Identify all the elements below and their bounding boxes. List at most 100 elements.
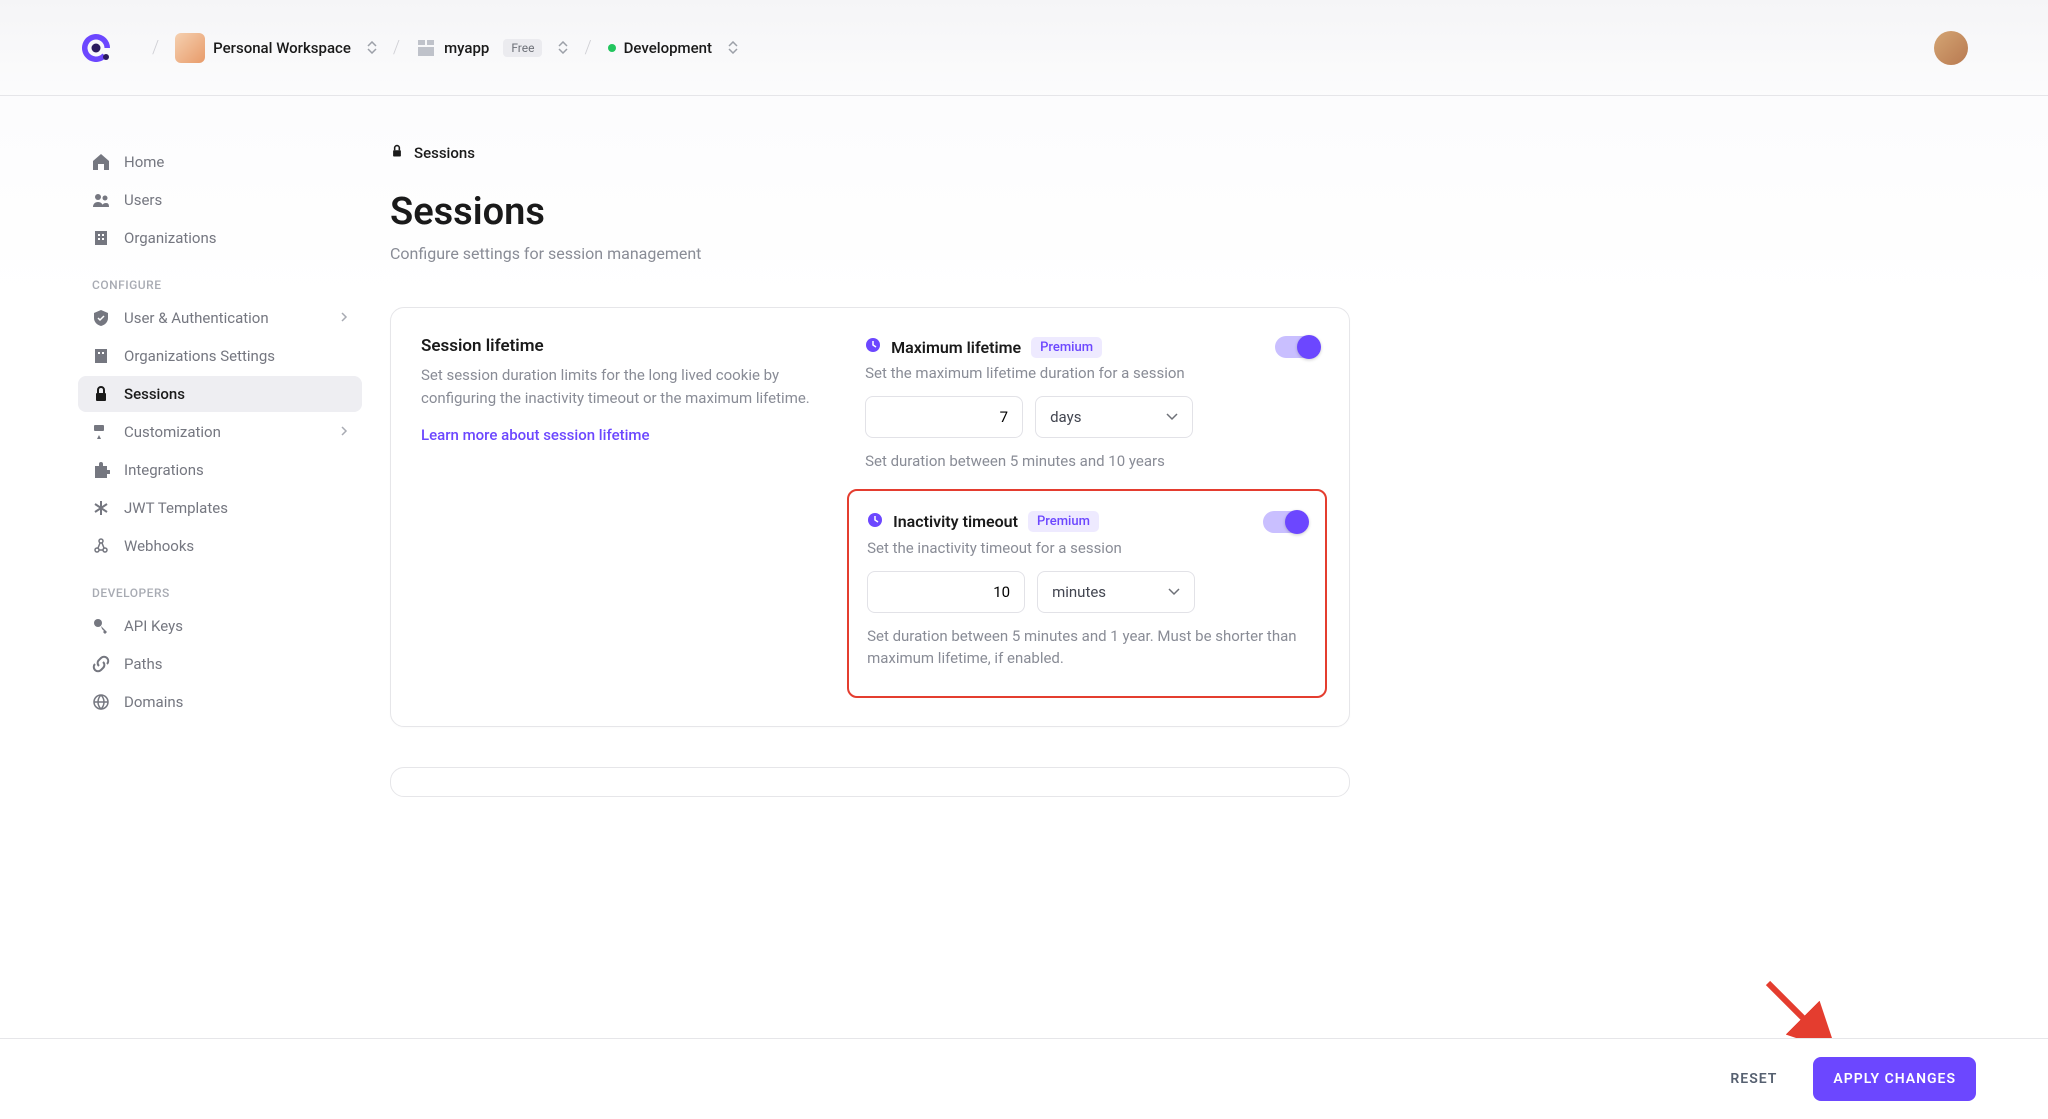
key-icon [92, 617, 110, 635]
next-card-peek [390, 767, 1350, 797]
user-avatar[interactable] [1934, 31, 1968, 65]
sidebar-item-users[interactable]: Users [78, 182, 362, 218]
brand-logo [80, 32, 112, 64]
workspace-name: Personal Workspace [213, 39, 351, 57]
globe-icon [92, 693, 110, 711]
inactivity-timeout-setting: Inactivity timeout Premium Set the inact… [867, 511, 1307, 670]
workspace-selector[interactable]: Personal Workspace [175, 33, 377, 63]
sidebar-item-domains[interactable]: Domains [78, 684, 362, 720]
clock-icon [865, 337, 881, 357]
nav-label: Webhooks [124, 537, 194, 555]
clock-icon [867, 512, 883, 532]
app-icon [416, 38, 436, 58]
breadcrumb-sep: / [393, 37, 400, 58]
premium-badge: Premium [1028, 511, 1099, 532]
env-status-dot [608, 44, 616, 52]
chevron-right-icon [340, 423, 348, 441]
chevron-right-icon [340, 309, 348, 327]
setting-title: Maximum lifetime [891, 338, 1021, 357]
paint-icon [92, 423, 110, 441]
reset-button[interactable]: RESET [1718, 1063, 1789, 1095]
card-description: Set session duration limits for the long… [421, 364, 825, 409]
premium-badge: Premium [1031, 337, 1102, 358]
sidebar-item-webhooks[interactable]: Webhooks [78, 528, 362, 564]
setting-hint: Set duration between 5 minutes and 1 yea… [867, 625, 1307, 670]
nav-label: Home [124, 153, 164, 171]
nav-label: API Keys [124, 617, 183, 635]
setting-title: Inactivity timeout [893, 512, 1018, 531]
app-name: myapp [444, 39, 489, 57]
sidebar-item-jwt[interactable]: JWT Templates [78, 490, 362, 526]
max-lifetime-unit-select[interactable]: days [1035, 396, 1193, 438]
sidebar-item-org-settings[interactable]: Organizations Settings [78, 338, 362, 374]
card-title: Session lifetime [421, 336, 825, 356]
setting-description: Set the inactivity timeout for a session [867, 539, 1307, 557]
env-selector[interactable]: Development [608, 39, 738, 57]
users-icon [92, 191, 110, 209]
sidebar-item-sessions[interactable]: Sessions [78, 376, 362, 412]
session-lifetime-card: Session lifetime Set session duration li… [390, 307, 1350, 727]
sidebar-item-integrations[interactable]: Integrations [78, 452, 362, 488]
sidebar-item-organizations[interactable]: Organizations [78, 220, 362, 256]
main-content: Sessions Sessions Configure settings for… [370, 96, 1390, 797]
app-plan-badge: Free [503, 39, 542, 57]
sidebar: Home Users Organizations CONFIGURE User … [70, 96, 370, 797]
nav-label: Integrations [124, 461, 204, 479]
select-value: days [1050, 408, 1081, 426]
puzzle-icon [92, 461, 110, 479]
breadcrumb-sep: / [584, 37, 591, 58]
breadcrumb-sep: / [152, 37, 159, 58]
lock-icon [92, 385, 110, 403]
nav-label: Users [124, 191, 162, 209]
page-breadcrumb: Sessions [390, 144, 1350, 162]
max-lifetime-toggle[interactable] [1275, 336, 1319, 358]
sidebar-item-user-auth[interactable]: User & Authentication [78, 300, 362, 336]
page-subtitle: Configure settings for session managemen… [390, 244, 1350, 263]
chevron-down-icon [1166, 413, 1178, 421]
home-icon [92, 153, 110, 171]
inactivity-unit-select[interactable]: minutes [1037, 571, 1195, 613]
setting-hint: Set duration between 5 minutes and 10 ye… [865, 450, 1319, 473]
inactivity-toggle[interactable] [1263, 511, 1307, 533]
updown-chevron-icon [728, 41, 738, 54]
lock-icon [390, 144, 404, 162]
updown-chevron-icon [367, 41, 377, 54]
inactivity-highlight: Inactivity timeout Premium Set the inact… [847, 489, 1327, 698]
nav-label: Customization [124, 423, 221, 441]
nav-label: Domains [124, 693, 183, 711]
building-icon [92, 229, 110, 247]
nav-label: User & Authentication [124, 309, 269, 327]
updown-chevron-icon [558, 41, 568, 54]
footer-actions: RESET APPLY CHANGES [0, 1038, 2048, 1119]
apply-changes-button[interactable]: APPLY CHANGES [1813, 1057, 1976, 1101]
inactivity-value-input[interactable] [867, 571, 1025, 613]
sidebar-item-api-keys[interactable]: API Keys [78, 608, 362, 644]
topbar: / Personal Workspace / myapp Free / Deve… [0, 0, 2048, 96]
workspace-avatar [175, 33, 205, 63]
nav-label: Organizations [124, 229, 217, 247]
app-selector[interactable]: myapp Free [416, 38, 568, 58]
nav-label: JWT Templates [124, 499, 228, 517]
env-name: Development [624, 39, 712, 57]
shield-icon [92, 309, 110, 327]
nav-section-configure: CONFIGURE [70, 258, 370, 300]
max-lifetime-value-input[interactable] [865, 396, 1023, 438]
nav-label: Paths [124, 655, 162, 673]
max-lifetime-setting: Maximum lifetime Premium Set the maximum… [865, 336, 1319, 473]
link-icon [92, 655, 110, 673]
asterisk-icon [92, 499, 110, 517]
nav-label: Organizations Settings [124, 347, 275, 365]
breadcrumb-label: Sessions [414, 144, 475, 162]
page-title: Sessions [390, 190, 1350, 234]
nav-label: Sessions [124, 385, 185, 403]
sidebar-item-customization[interactable]: Customization [78, 414, 362, 450]
chevron-down-icon [1168, 588, 1180, 596]
learn-more-link[interactable]: Learn more about session lifetime [421, 426, 650, 444]
nav-section-developers: DEVELOPERS [70, 566, 370, 608]
sidebar-item-paths[interactable]: Paths [78, 646, 362, 682]
building-icon [92, 347, 110, 365]
sidebar-item-home[interactable]: Home [78, 144, 362, 180]
webhook-icon [92, 537, 110, 555]
select-value: minutes [1052, 583, 1106, 601]
setting-description: Set the maximum lifetime duration for a … [865, 364, 1319, 382]
